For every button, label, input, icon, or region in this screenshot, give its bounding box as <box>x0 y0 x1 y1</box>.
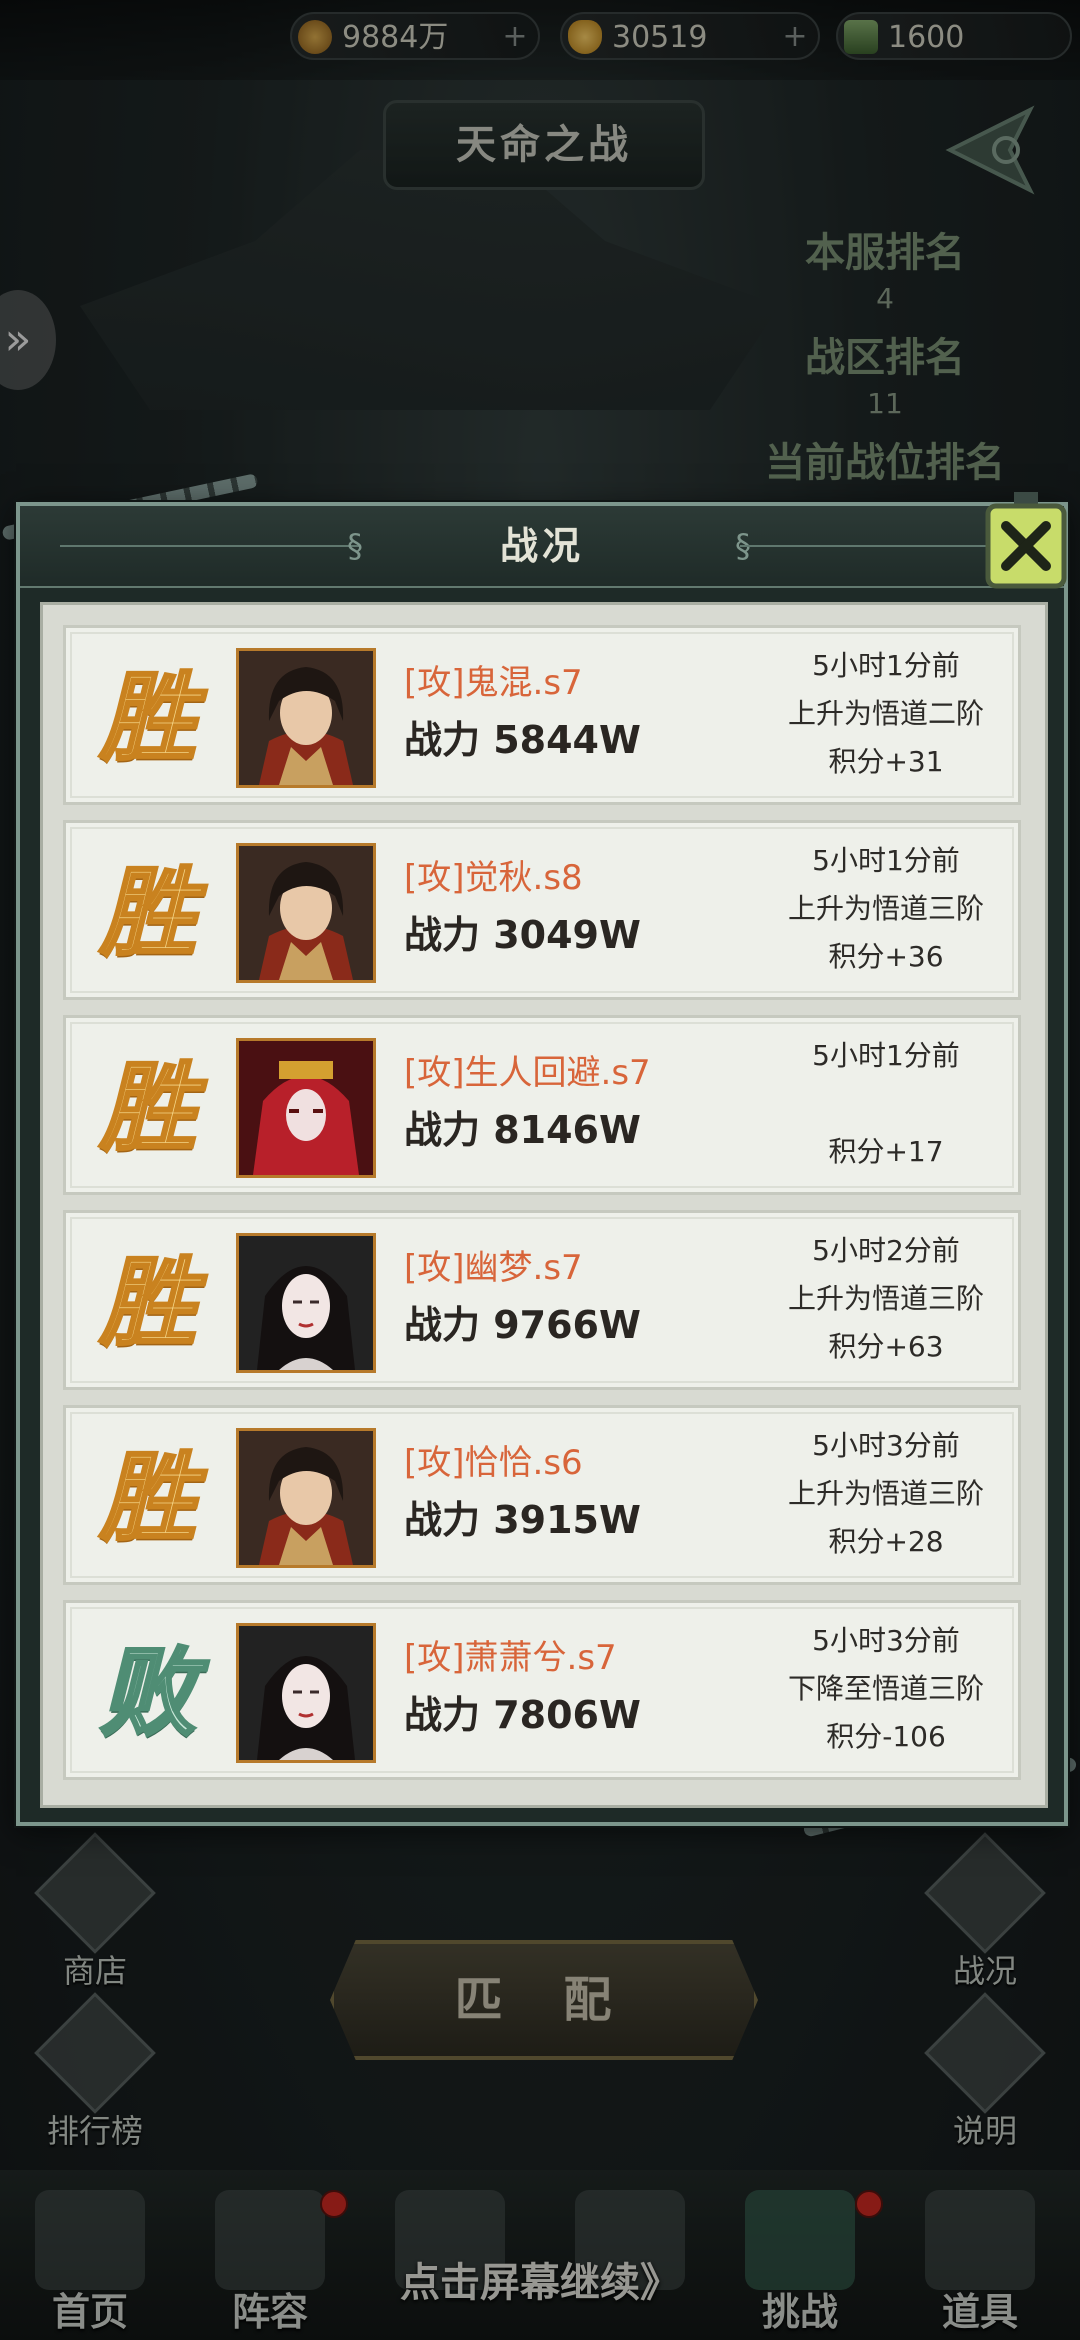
rank-change: 下降至悟道三阶 <box>787 1672 984 1705</box>
points-change: 积分+31 <box>828 745 944 778</box>
opponent-avatar <box>236 1623 376 1763</box>
opponent-power: 战力 7806W <box>404 1693 641 1737</box>
opponent-power: 战力 8146W <box>404 1108 641 1152</box>
opponent-avatar <box>236 648 376 788</box>
opponent-power: 战力 3049W <box>404 913 641 957</box>
battle-time: 5小时2分前 <box>812 1234 960 1267</box>
battle-info: 5小时3分前 下降至悟道三阶 积分-106 <box>766 1617 1006 1761</box>
opponent-name: [攻]生人回避.s7 <box>404 1053 651 1093</box>
battle-time: 5小时1分前 <box>812 844 960 877</box>
opponent-name: [攻]恰恰.s6 <box>404 1443 583 1483</box>
opponent-name: [攻]鬼混.s7 <box>404 663 583 703</box>
battle-row-1[interactable]: 胜 [攻]鬼混.s7 战力 5844W 5小时1分前 上升为悟道二阶 积分+31 <box>63 625 1021 805</box>
close-icon[interactable] <box>978 492 1074 596</box>
opponent-name: [攻]萧萧兮.s7 <box>404 1638 617 1678</box>
dialog-title: 战况 <box>499 524 584 568</box>
battle-info: 5小时1分前 积分+17 <box>766 1032 1006 1176</box>
battle-info: 5小时1分前 上升为悟道二阶 积分+31 <box>766 642 1006 786</box>
opponent-avatar <box>236 1038 376 1178</box>
opponent-avatar <box>236 1428 376 1568</box>
battle-time: 5小时1分前 <box>812 649 960 682</box>
battle-report-dialog: § § 战况 胜 [攻]鬼混.s7 战力 5844W 5小时1分前 上升为悟道二… <box>16 492 1068 1826</box>
opponent-name: [攻]幽梦.s7 <box>404 1248 583 1288</box>
battle-info: 5小时3分前 上升为悟道三阶 积分+28 <box>766 1422 1006 1566</box>
battle-list: 胜 [攻]鬼混.s7 战力 5844W 5小时1分前 上升为悟道二阶 积分+31… <box>40 602 1048 1808</box>
points-change: 积分-106 <box>826 1720 946 1753</box>
opponent-avatar <box>236 1233 376 1373</box>
result-glyph: 胜 <box>99 1246 198 1361</box>
points-change: 积分+36 <box>828 940 944 973</box>
battle-row-2[interactable]: 胜 [攻]觉秋.s8 战力 3049W 5小时1分前 上升为悟道三阶 积分+36 <box>63 820 1021 1000</box>
game-scene: 9884万 + 30519 + 1600 天命之战 » 本服排名 4 战区排名 … <box>0 0 1080 2340</box>
points-change: 积分+63 <box>828 1330 944 1363</box>
battle-info: 5小时2分前 上升为悟道三阶 积分+63 <box>766 1227 1006 1371</box>
battle-row-5[interactable]: 胜 [攻]恰恰.s6 战力 3915W 5小时3分前 上升为悟道三阶 积分+28 <box>63 1405 1021 1585</box>
battle-row-6[interactable]: 败 [攻]萧萧兮.s7 战力 7806W 5小时3分前 下降至悟道三阶 积分-1… <box>63 1600 1021 1780</box>
battle-row-4[interactable]: 胜 [攻]幽梦.s7 战力 9766W 5小时2分前 上升为悟道三阶 积分+63 <box>63 1210 1021 1390</box>
result-glyph: 胜 <box>99 661 198 776</box>
result-glyph: 胜 <box>99 1441 198 1556</box>
opponent-avatar <box>236 843 376 983</box>
opponent-power: 战力 5844W <box>404 718 641 762</box>
battle-info: 5小时1分前 上升为悟道三阶 积分+36 <box>766 837 1006 981</box>
result-glyph: 败 <box>99 1636 198 1751</box>
rank-change <box>766 1080 1006 1128</box>
rank-change: 上升为悟道二阶 <box>787 697 984 730</box>
rank-change: 上升为悟道三阶 <box>787 1282 984 1315</box>
points-change: 积分+17 <box>828 1135 944 1168</box>
battle-time: 5小时1分前 <box>812 1039 960 1072</box>
battle-row-3[interactable]: 胜 [攻]生人回避.s7 战力 8146W 5小时1分前 积分+17 <box>63 1015 1021 1195</box>
rank-change: 上升为悟道三阶 <box>787 892 984 925</box>
result-glyph: 胜 <box>99 1051 198 1166</box>
battle-time: 5小时3分前 <box>812 1429 960 1462</box>
result-glyph: 胜 <box>99 856 198 971</box>
opponent-power: 战力 3915W <box>404 1498 641 1542</box>
dialog-header: § § 战况 <box>20 506 1064 588</box>
opponent-name: [攻]觉秋.s8 <box>404 858 583 898</box>
battle-time: 5小时3分前 <box>812 1624 960 1657</box>
points-change: 积分+28 <box>828 1525 944 1558</box>
rank-change: 上升为悟道三阶 <box>787 1477 984 1510</box>
opponent-power: 战力 9766W <box>404 1303 641 1347</box>
